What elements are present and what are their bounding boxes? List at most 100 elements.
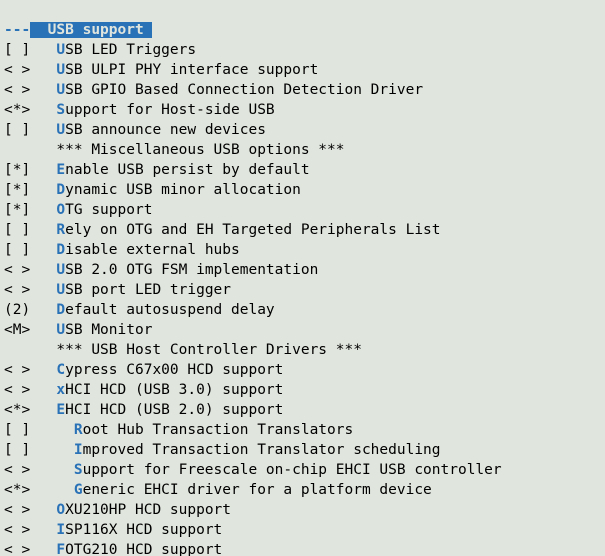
option-indent xyxy=(30,262,56,278)
option-state[interactable] xyxy=(4,342,30,358)
option-state[interactable]: [ ] xyxy=(4,42,30,58)
option-row[interactable]: < > USB port LED trigger xyxy=(4,280,605,300)
option-row[interactable]: <M> USB Monitor xyxy=(4,320,605,340)
option-indent xyxy=(30,182,56,198)
option-row[interactable]: <*> EHCI HCD (USB 2.0) support xyxy=(4,400,605,420)
option-state[interactable]: < > xyxy=(4,462,30,478)
option-row[interactable]: [ ] USB announce new devices xyxy=(4,120,605,140)
option-hotkey: E xyxy=(56,402,65,418)
option-label: efault autosuspend delay xyxy=(65,302,275,318)
option-row[interactable]: < > OXU210HP HCD support xyxy=(4,500,605,520)
option-state[interactable]: < > xyxy=(4,62,30,78)
option-state[interactable]: (2) xyxy=(4,302,30,318)
title-cursor xyxy=(30,22,39,38)
option-row[interactable]: [ ] Root Hub Transaction Translators xyxy=(4,420,605,440)
menuconfig-screen: --- USB support [ ] USB LED Triggers< > … xyxy=(0,0,605,556)
option-state[interactable]: <*> xyxy=(4,102,30,118)
option-indent xyxy=(30,462,74,478)
option-state[interactable]: < > xyxy=(4,522,30,538)
option-hotkey: U xyxy=(56,82,65,98)
option-label: SB GPIO Based Connection Detection Drive… xyxy=(65,82,423,98)
option-state[interactable]: [ ] xyxy=(4,442,30,458)
option-row[interactable]: <*> Generic EHCI driver for a platform d… xyxy=(4,480,605,500)
option-state[interactable]: < > xyxy=(4,362,30,378)
option-row[interactable]: < > USB GPIO Based Connection Detection … xyxy=(4,80,605,100)
option-hotkey: U xyxy=(56,62,65,78)
option-indent xyxy=(30,522,56,538)
option-label: eneric EHCI driver for a platform device xyxy=(83,482,432,498)
option-hotkey: D xyxy=(56,242,65,258)
option-state[interactable]: <*> xyxy=(4,482,30,498)
option-row[interactable]: [*] Enable USB persist by default xyxy=(4,160,605,180)
option-state[interactable]: < > xyxy=(4,542,30,556)
option-row[interactable]: [*] Dynamic USB minor allocation xyxy=(4,180,605,200)
option-label: SB Monitor xyxy=(65,322,152,338)
option-list[interactable]: [ ] USB LED Triggers< > USB ULPI PHY int… xyxy=(4,40,605,556)
option-row[interactable]: < > Support for Freescale on-chip EHCI U… xyxy=(4,460,605,480)
option-hotkey: E xyxy=(56,162,65,178)
option-state[interactable]: [ ] xyxy=(4,222,30,238)
option-indent xyxy=(30,202,56,218)
option-hotkey: O xyxy=(56,502,65,518)
option-label: SB port LED trigger xyxy=(65,282,231,298)
option-label: upport for Freescale on-chip EHCI USB co… xyxy=(83,462,502,478)
option-hotkey: S xyxy=(74,462,83,478)
option-state[interactable]: [*] xyxy=(4,202,30,218)
option-state[interactable]: <M> xyxy=(4,322,30,338)
option-row[interactable]: < > USB ULPI PHY interface support xyxy=(4,60,605,80)
option-indent xyxy=(30,162,56,178)
option-label: HCI HCD (USB 3.0) support xyxy=(65,382,283,398)
option-row[interactable]: [ ] Rely on OTG and EH Targeted Peripher… xyxy=(4,220,605,240)
option-row[interactable]: < > Cypress C67x00 HCD support xyxy=(4,360,605,380)
option-hotkey: U xyxy=(56,122,65,138)
option-indent xyxy=(30,402,56,418)
option-hotkey: O xyxy=(56,202,65,218)
option-row[interactable]: *** USB Host Controller Drivers *** xyxy=(4,340,605,360)
option-label: SB 2.0 OTG FSM implementation xyxy=(65,262,318,278)
option-state[interactable]: < > xyxy=(4,382,30,398)
option-indent xyxy=(30,222,56,238)
option-label: oot Hub Transaction Translators xyxy=(83,422,354,438)
option-hotkey: S xyxy=(56,102,65,118)
option-row[interactable]: < > USB 2.0 OTG FSM implementation xyxy=(4,260,605,280)
option-state[interactable] xyxy=(4,142,30,158)
option-state[interactable]: [*] xyxy=(4,162,30,178)
option-row[interactable]: (2) Default autosuspend delay xyxy=(4,300,605,320)
option-state[interactable]: < > xyxy=(4,262,30,278)
option-indent xyxy=(30,382,56,398)
option-row[interactable]: <*> Support for Host-side USB xyxy=(4,100,605,120)
option-indent xyxy=(30,102,56,118)
option-hotkey: U xyxy=(56,322,65,338)
option-row[interactable]: [*] OTG support xyxy=(4,200,605,220)
option-indent xyxy=(30,142,56,158)
option-row[interactable]: [ ] Disable external hubs xyxy=(4,240,605,260)
option-indent xyxy=(30,242,56,258)
option-state[interactable]: < > xyxy=(4,82,30,98)
option-row[interactable]: < > xHCI HCD (USB 3.0) support xyxy=(4,380,605,400)
option-label: ynamic USB minor allocation xyxy=(65,182,301,198)
option-state[interactable]: < > xyxy=(4,282,30,298)
option-row[interactable]: < > FOTG210 HCD support xyxy=(4,540,605,556)
option-state[interactable]: < > xyxy=(4,502,30,518)
option-row[interactable]: [ ] USB LED Triggers xyxy=(4,40,605,60)
option-label: ely on OTG and EH Targeted Peripherals L… xyxy=(65,222,440,238)
option-state[interactable]: [ ] xyxy=(4,242,30,258)
option-state[interactable]: <*> xyxy=(4,402,30,418)
option-hotkey: F xyxy=(56,542,65,556)
option-row[interactable]: *** Miscellaneous USB options *** xyxy=(4,140,605,160)
option-label: SB announce new devices xyxy=(65,122,266,138)
option-row[interactable]: < > ISP116X HCD support xyxy=(4,520,605,540)
option-state[interactable]: [*] xyxy=(4,182,30,198)
option-hotkey: D xyxy=(56,182,65,198)
option-state[interactable]: [ ] xyxy=(4,122,30,138)
option-hotkey: D xyxy=(56,302,65,318)
option-indent xyxy=(30,302,56,318)
option-hotkey: U xyxy=(56,282,65,298)
option-label: TG support xyxy=(65,202,152,218)
option-hotkey: R xyxy=(74,422,83,438)
option-state[interactable]: [ ] xyxy=(4,422,30,438)
option-label: nable USB persist by default xyxy=(65,162,309,178)
option-row[interactable]: [ ] Improved Transaction Translator sche… xyxy=(4,440,605,460)
option-label: SB LED Triggers xyxy=(65,42,196,58)
option-hotkey: U xyxy=(56,42,65,58)
